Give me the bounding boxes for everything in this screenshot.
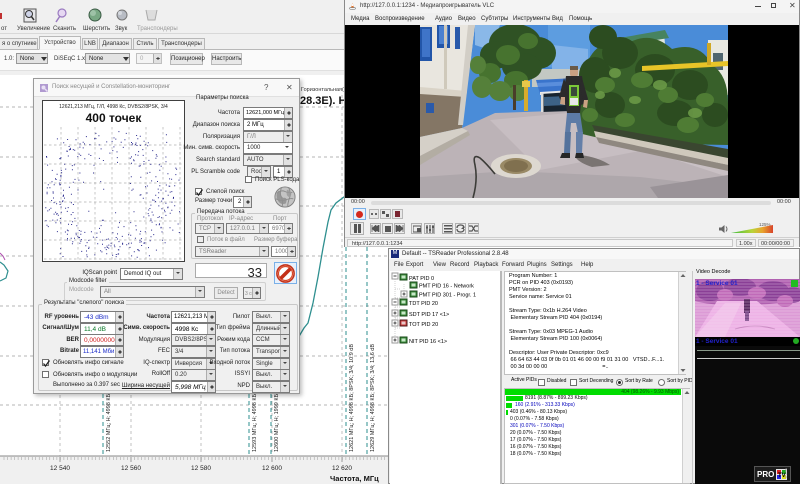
svg-text:PMT PID 301 - Progr. 1: PMT PID 301 - Progr. 1 xyxy=(419,293,476,299)
svg-text:12 600: 12 600 xyxy=(262,465,282,472)
svg-text:Горизонтальная(П: Горизонтальная(П xyxy=(301,87,348,93)
svg-text:PAT PID 0: PAT PID 0 xyxy=(409,276,434,282)
svg-text:28.3E). Н: 28.3E). Н xyxy=(300,95,347,107)
svg-text:TOT PID 20: TOT PID 20 xyxy=(409,322,438,328)
svg-text:12 540: 12 540 xyxy=(50,465,70,472)
svg-text:TDT PID 20: TDT PID 20 xyxy=(409,301,438,307)
svg-text:NIT PID 16 <1>: NIT PID 16 <1> xyxy=(409,339,447,345)
svg-text:12 620: 12 620 xyxy=(332,465,352,472)
svg-text:PMT PID 16 - Network: PMT PID 16 - Network xyxy=(419,284,474,290)
svg-text:12621 МГц; Н; 4998 КБ; 8PSK; 3: 12621 МГц; Н; 4998 КБ; 8PSK; 3/4; 10.9 d… xyxy=(349,344,355,452)
svg-text:SDT PID 17 <1>: SDT PID 17 <1> xyxy=(409,312,449,318)
svg-text:12629 МГц; Н; 4998 КБ; 8PSK; 3: 12629 МГц; Н; 4998 КБ; 8PSK; 3/4; 13.6 d… xyxy=(370,344,376,452)
svg-text:12 560: 12 560 xyxy=(121,465,141,472)
svg-text:12 580: 12 580 xyxy=(191,465,211,472)
svg-text:Частота, МГц: Частота, МГц xyxy=(330,474,379,483)
